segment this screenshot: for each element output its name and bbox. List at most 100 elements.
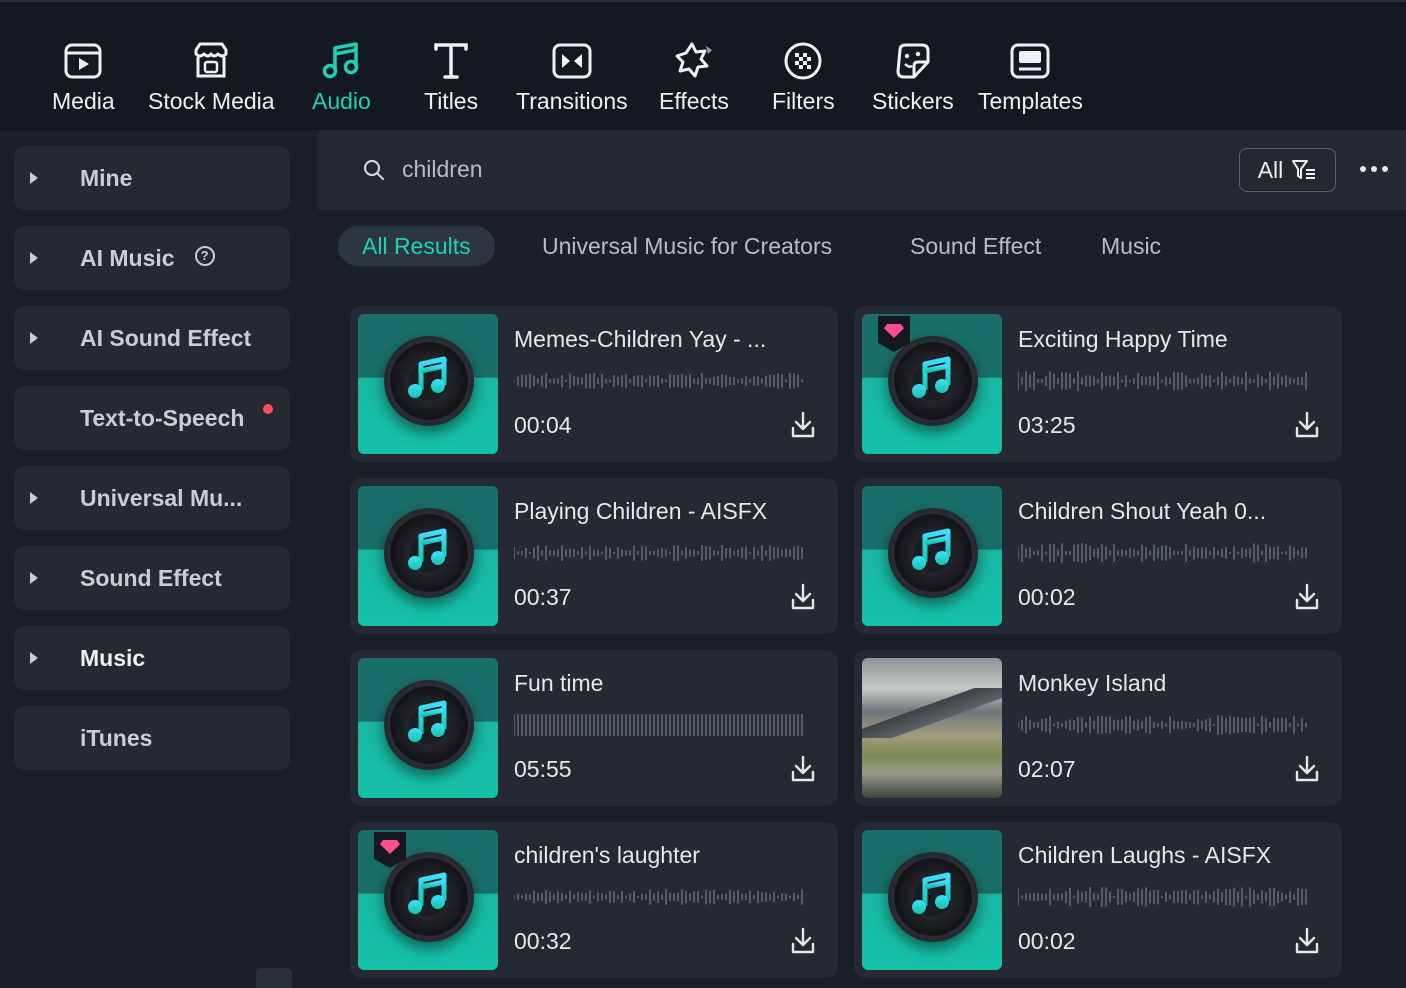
expand-arrow-icon[interactable] <box>30 252 38 264</box>
sidebar-collapse-button[interactable] <box>256 968 292 988</box>
search-bar: children All <box>318 130 1406 210</box>
download-icon[interactable] <box>1294 582 1320 612</box>
audio-result-card[interactable]: Children Shout Yeah 0... 00:02 <box>854 478 1342 634</box>
category-sidebar: Mine AI Music? AI Sound Effect Text-to-S… <box>0 130 318 986</box>
toolbar-stock-media-button[interactable]: Stock Media <box>148 40 275 115</box>
audio-duration: 00:02 <box>1018 584 1076 610</box>
audio-title: Exciting Happy Time <box>1018 326 1228 352</box>
expand-arrow-icon[interactable] <box>30 652 38 664</box>
toolbar-stickers-button[interactable]: Stickers <box>872 40 954 115</box>
tab-all-results[interactable]: All Results <box>338 226 495 266</box>
sidebar-item-label: Mine <box>80 164 133 191</box>
audio-duration: 00:37 <box>514 584 572 610</box>
music-disc-thumbnail[interactable] <box>862 486 1002 626</box>
waveform <box>514 373 803 389</box>
audio-result-card[interactable]: Playing Children - AISFX 00:37 <box>350 478 838 634</box>
help-icon[interactable]: ? <box>194 246 215 267</box>
more-options-icon[interactable] <box>1360 166 1388 172</box>
mountain-image <box>862 688 1002 738</box>
filter-icon <box>1292 160 1316 179</box>
download-icon[interactable] <box>790 582 816 612</box>
filter-button[interactable]: All <box>1239 148 1336 192</box>
music-note-icon <box>912 872 951 914</box>
audio-result-card[interactable]: Monkey Island 02:07 <box>854 650 1342 806</box>
music-disc-thumbnail[interactable] <box>862 314 1002 454</box>
sidebar-item-music[interactable]: Music <box>14 626 290 690</box>
sidebar-item-label: Universal Mu... <box>80 484 243 511</box>
tab-sound-effect[interactable]: Sound Effect <box>910 226 1041 266</box>
transitions-icon <box>552 43 592 79</box>
waveform <box>1018 543 1307 563</box>
download-icon[interactable] <box>1294 926 1320 956</box>
toolbar-filters-button[interactable]: Filters <box>772 40 835 115</box>
sidebar-item-ai-sound-effect[interactable]: AI Sound Effect <box>14 306 290 370</box>
download-icon[interactable] <box>790 410 816 440</box>
stickers-icon <box>896 43 930 79</box>
tab-music[interactable]: Music <box>1101 226 1161 266</box>
sidebar-item-sound-effect[interactable]: Sound Effect <box>14 546 290 610</box>
toolbar-templates-button[interactable]: Templates <box>978 40 1083 115</box>
notification-dot <box>263 404 273 414</box>
sidebar-item-text-to-speech[interactable]: Text-to-Speech <box>14 386 290 450</box>
toolbar-audio-button[interactable]: Audio <box>312 40 371 115</box>
music-disc-thumbnail[interactable] <box>358 486 498 626</box>
toolbar-effects-button[interactable]: Effects <box>659 40 729 115</box>
audio-duration: 03:25 <box>1018 412 1076 438</box>
sidebar-item-universal-music[interactable]: Universal Mu... <box>14 466 290 530</box>
audio-result-card[interactable]: children's laughter 00:32 <box>350 822 838 978</box>
audio-result-card[interactable]: Fun time 05:55 <box>350 650 838 806</box>
toolbar-media-button[interactable]: Media <box>52 40 115 115</box>
waveform <box>514 889 803 905</box>
audio-duration: 02:07 <box>1018 756 1076 782</box>
expand-arrow-icon[interactable] <box>30 572 38 584</box>
expand-arrow-icon[interactable] <box>30 332 38 344</box>
toolbar-label: Audio <box>312 88 371 114</box>
sidebar-item-mine[interactable]: Mine <box>14 146 290 210</box>
audio-title: Children Shout Yeah 0... <box>1018 498 1267 524</box>
tab-universal-music[interactable]: Universal Music for Creators <box>542 226 832 266</box>
toolbar-label: Templates <box>978 88 1083 114</box>
search-icon <box>363 159 385 181</box>
sidebar-item-label: iTunes <box>80 724 153 751</box>
music-note-icon <box>408 356 447 398</box>
audio-duration: 00:32 <box>514 928 572 954</box>
expand-arrow-icon[interactable] <box>30 492 38 504</box>
audio-duration: 00:02 <box>1018 928 1076 954</box>
music-disc-thumbnail[interactable] <box>358 658 498 798</box>
filters-icon <box>784 42 822 80</box>
sidebar-item-label: AI Music <box>80 244 175 271</box>
sidebar-item-label-wrap: AI Music? <box>80 245 215 272</box>
audio-result-card[interactable]: Memes-Children Yay - ... 00:04 <box>350 306 838 462</box>
toolbar-label: Effects <box>659 88 729 114</box>
music-disc-thumbnail[interactable] <box>358 830 498 970</box>
audio-duration: 00:04 <box>514 412 572 438</box>
music-disc-thumbnail[interactable] <box>862 830 1002 970</box>
audio-title: children's laughter <box>514 842 700 868</box>
toolbar-label: Stickers <box>872 88 954 114</box>
audio-result-card[interactable]: Exciting Happy Time 03:25 <box>854 306 1342 462</box>
sidebar-item-ai-music[interactable]: AI Music? <box>14 226 290 290</box>
music-disc-thumbnail[interactable] <box>358 314 498 454</box>
search-input[interactable]: children <box>402 156 483 183</box>
toolbar-label: Filters <box>772 88 835 114</box>
download-icon[interactable] <box>1294 754 1320 784</box>
toolbar-transitions-button[interactable]: Transitions <box>516 40 628 115</box>
audio-title: Playing Children - AISFX <box>514 498 768 524</box>
waveform <box>1018 715 1307 735</box>
templates-icon <box>1010 43 1050 79</box>
audio-title: Memes-Children Yay - ... <box>514 326 767 352</box>
download-icon[interactable] <box>790 926 816 956</box>
audio-title: Monkey Island <box>1018 670 1167 696</box>
sidebar-item-label: Sound Effect <box>80 564 222 591</box>
media-icon <box>64 43 102 79</box>
toolbar-titles-button[interactable]: Titles <box>424 40 478 115</box>
sidebar-item-itunes[interactable]: iTunes <box>14 706 290 770</box>
download-icon[interactable] <box>790 754 816 784</box>
landscape-thumbnail[interactable] <box>862 658 1002 798</box>
filter-label: All <box>1257 156 1284 183</box>
download-icon[interactable] <box>1294 410 1320 440</box>
toolbar-label: Media <box>52 88 115 114</box>
expand-arrow-icon[interactable] <box>30 172 38 184</box>
audio-result-card[interactable]: Children Laughs - AISFX 00:02 <box>854 822 1342 978</box>
sidebar-item-label: Music <box>80 644 146 671</box>
